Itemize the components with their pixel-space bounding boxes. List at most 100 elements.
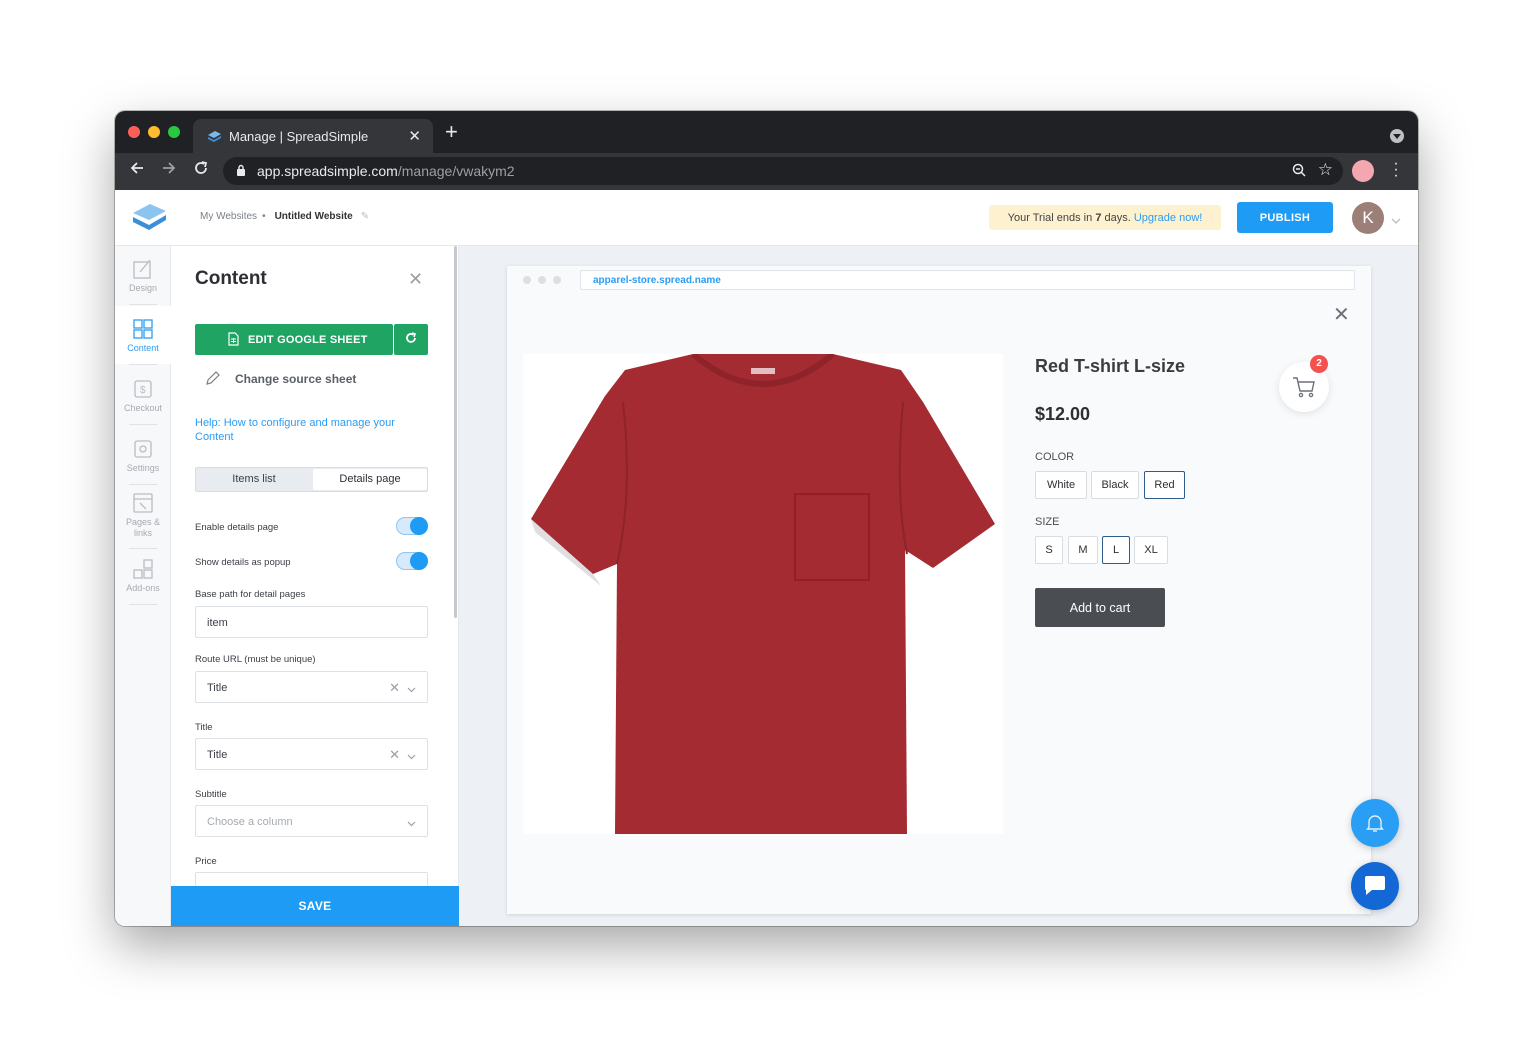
minimize-window-button[interactable] — [148, 126, 160, 138]
spreadsimple-logo-icon[interactable] — [131, 202, 169, 237]
avatar[interactable]: K — [1352, 202, 1384, 234]
browser-profile-icon[interactable] — [1352, 160, 1374, 182]
size-option-s[interactable]: S — [1035, 536, 1063, 564]
add-to-cart-button[interactable]: Add to cart — [1035, 588, 1165, 627]
size-label: SIZE — [1035, 516, 1060, 528]
spreadsimple-favicon-icon — [207, 130, 222, 145]
title-label: Title — [195, 722, 213, 733]
pages-icon — [133, 493, 153, 513]
color-option-white[interactable]: White — [1035, 471, 1087, 499]
divider — [129, 604, 157, 605]
tab-items-list[interactable]: Items list — [196, 468, 312, 491]
breadcrumb-separator: • — [262, 211, 266, 222]
route-url-select[interactable]: Title ✕ — [195, 671, 428, 703]
new-tab-button[interactable]: + — [445, 121, 458, 143]
chevron-down-icon[interactable] — [407, 818, 416, 830]
clear-icon[interactable]: ✕ — [389, 680, 400, 696]
address-bar[interactable]: app.spreadsimple.com/manage/vwakym2 ☆ — [223, 157, 1343, 185]
breadcrumb-my-websites[interactable]: My Websites — [200, 211, 257, 222]
sidebar-item-checkout[interactable]: $ Checkout — [115, 378, 171, 413]
size-option-m[interactable]: M — [1068, 536, 1098, 564]
show-popup-label: Show details as popup — [195, 557, 291, 568]
bell-icon — [1366, 815, 1384, 832]
svg-text:$: $ — [140, 385, 146, 396]
view-mode-tabs: Items list Details page — [195, 467, 428, 492]
upgrade-link[interactable]: Upgrade now! — [1134, 212, 1203, 224]
sidebar-item-label: Pages & — [125, 517, 161, 527]
sidebar-item-label: Checkout — [123, 403, 163, 413]
frame-dot — [523, 276, 531, 284]
browser-tab-strip: Manage | SpreadSimple ✕ + — [115, 111, 1418, 153]
base-path-label: Base path for detail pages — [195, 589, 306, 600]
tab-close-icon[interactable]: ✕ — [408, 127, 421, 145]
chevron-down-icon[interactable] — [1391, 212, 1401, 230]
cart-count-badge: 2 — [1310, 355, 1328, 373]
route-url-value: Title — [207, 682, 228, 694]
divider — [129, 484, 157, 485]
sidebar-item-add-ons[interactable]: Add-ons — [115, 558, 171, 593]
divider — [129, 364, 157, 365]
trial-suffix: days. — [1101, 212, 1134, 224]
subtitle-placeholder: Choose a column — [207, 816, 293, 828]
tab-title: Manage | SpreadSimple — [229, 129, 369, 144]
sidebar-item-pages-links[interactable]: Pages & links — [115, 492, 171, 539]
subtitle-select[interactable]: Choose a column — [195, 805, 428, 837]
grid-icon — [133, 319, 153, 339]
enable-details-toggle[interactable] — [396, 517, 428, 535]
show-popup-toggle[interactable] — [396, 552, 428, 570]
product-title: Red T-shirt L-size — [1035, 356, 1186, 376]
edit-google-sheet-button[interactable]: EDIT GOOGLE SHEET — [195, 324, 393, 355]
base-path-input[interactable]: item — [195, 606, 428, 638]
preview-frame: apparel-store.spread.name ✕ Red T-shirt … — [507, 266, 1371, 914]
cart-icon — [1293, 377, 1315, 398]
tab-details-page[interactable]: Details page — [313, 469, 427, 490]
address-url: app.spreadsimple.com/manage/vwakym2 — [257, 163, 515, 179]
color-option-black[interactable]: Black — [1091, 471, 1139, 499]
color-option-red[interactable]: Red — [1144, 471, 1185, 499]
clear-icon[interactable]: ✕ — [389, 747, 400, 763]
sidebar-item-settings[interactable]: Settings — [115, 438, 171, 473]
close-window-button[interactable] — [128, 126, 140, 138]
product-price: $12.00 — [1035, 404, 1091, 424]
pencil-icon — [205, 370, 221, 389]
size-option-xl[interactable]: XL — [1134, 536, 1168, 564]
app-header: My Websites • Untitled Website ✎ Your Trial… — [115, 190, 1418, 246]
sidebar-item-label: Settings — [126, 463, 160, 473]
checkout-icon: $ — [134, 380, 152, 398]
maximize-window-button[interactable] — [168, 126, 180, 138]
help-link[interactable]: Help: How to configure and manage your C… — [195, 416, 415, 444]
close-icon[interactable]: ✕ — [408, 269, 423, 290]
zoom-icon[interactable] — [1291, 162, 1307, 183]
trial-banner: Your Trial ends in 7 days. Upgrade now! — [989, 205, 1221, 230]
chevron-down-icon[interactable] — [407, 684, 416, 696]
sidebar-item-design[interactable]: Design — [115, 258, 171, 293]
notifications-button[interactable] — [1351, 799, 1399, 847]
rename-pencil-icon[interactable]: ✎ — [361, 211, 369, 222]
title-select[interactable]: Title ✕ — [195, 738, 428, 770]
sidebar-item-content[interactable]: Content — [115, 306, 171, 364]
change-source-sheet-link[interactable]: Change source sheet — [206, 371, 356, 386]
chat-button[interactable] — [1351, 862, 1399, 910]
publish-button[interactable]: PUBLISH — [1237, 202, 1333, 233]
preview-url[interactable]: apparel-store.spread.name — [580, 270, 1355, 290]
back-arrow-icon[interactable] — [129, 160, 145, 181]
lock-icon — [236, 164, 246, 182]
gear-icon — [134, 440, 152, 458]
refresh-icon — [406, 332, 417, 343]
url-host: app.spreadsimple.com — [257, 163, 398, 179]
forward-arrow-icon[interactable] — [161, 160, 177, 181]
panel-scrollbar[interactable] — [454, 246, 457, 618]
panel-title: Content — [195, 268, 267, 289]
reload-icon[interactable] — [193, 160, 209, 181]
size-option-l[interactable]: L — [1102, 536, 1130, 564]
close-popup-icon[interactable]: ✕ — [1333, 302, 1350, 327]
sidebar-item-label: Content — [127, 343, 159, 353]
tab-search-icon[interactable] — [1390, 129, 1404, 143]
browser-menu-icon[interactable]: · · · — [1393, 156, 1399, 184]
save-button[interactable]: SAVE — [171, 886, 459, 926]
toggle-knob — [410, 552, 428, 570]
refresh-sheet-button[interactable] — [394, 324, 428, 355]
chevron-down-icon[interactable] — [407, 751, 416, 763]
browser-tab[interactable]: Manage | SpreadSimple ✕ — [193, 119, 433, 153]
bookmark-star-icon[interactable]: ☆ — [1318, 160, 1333, 180]
